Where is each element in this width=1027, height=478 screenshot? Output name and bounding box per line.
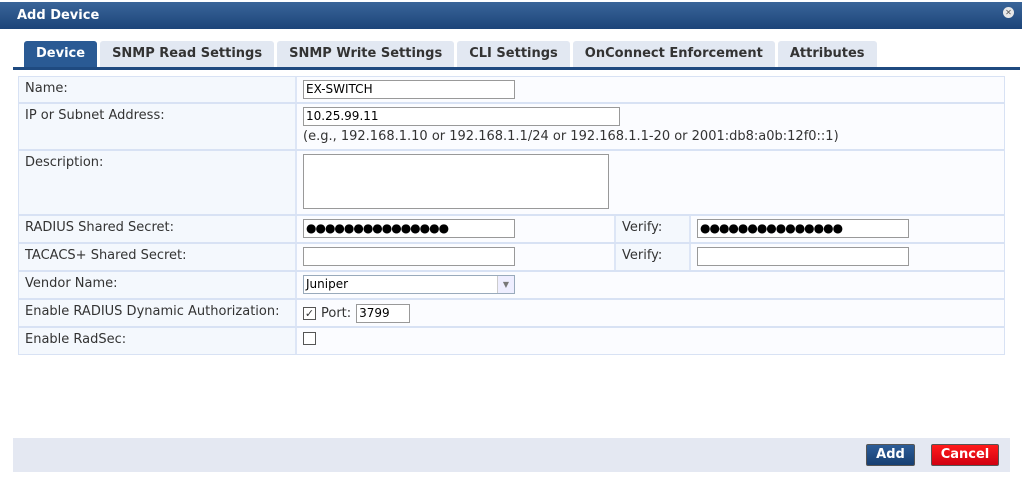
ip-hint: (e.g., 192.168.1.10 or 192.168.1.1/24 or… (303, 129, 839, 144)
vendor-label: Vendor Name: (19, 272, 297, 298)
name-row: Name: EX-SWITCH (18, 76, 1005, 103)
dialog-title-bar: Add Device ✕ (0, 2, 1022, 29)
vendor-row: Vendor Name: Juniper ▼ (18, 271, 1005, 299)
radius-verify-label: Verify: (614, 216, 691, 242)
add-button[interactable]: Add (866, 444, 915, 466)
radius-secret-label: RADIUS Shared Secret: (19, 216, 297, 242)
tacacs-verify-label: Verify: (614, 244, 691, 270)
name-label: Name: (19, 77, 297, 102)
ip-input[interactable]: 10.25.99.11 (303, 107, 620, 126)
vendor-select[interactable]: Juniper ▼ (303, 275, 515, 294)
dialog-footer: Add Cancel (13, 438, 1010, 472)
port-label: Port: (321, 305, 352, 321)
tab-snmp-write-settings[interactable]: SNMP Write Settings (277, 41, 455, 68)
dialog-title: Add Device (17, 8, 100, 23)
chevron-down-icon: ▼ (497, 276, 514, 293)
radsec-label: Enable RadSec: (19, 328, 297, 354)
radius-secret-row: RADIUS Shared Secret: ●●●●●●●●●●●●●●● Ve… (18, 215, 1005, 243)
ip-row: IP or Subnet Address: 10.25.99.11 (e.g.,… (18, 103, 1005, 150)
vendor-select-value: Juniper (306, 277, 349, 291)
ip-label: IP or Subnet Address: (19, 104, 297, 149)
description-textarea[interactable] (303, 154, 609, 209)
tab-device[interactable]: Device (24, 41, 98, 68)
dynamic-authorization-checkbox[interactable]: ✓ (303, 306, 316, 320)
radius-verify-input[interactable]: ●●●●●●●●●●●●●●● (697, 219, 909, 238)
description-label: Description: (19, 151, 297, 214)
tab-onconnect-enforcement[interactable]: OnConnect Enforcement (572, 41, 775, 68)
tab-bar: Device SNMP Read Settings SNMP Write Set… (24, 41, 877, 68)
tacacs-verify-input[interactable] (697, 247, 909, 266)
tab-attributes[interactable]: Attributes (777, 41, 877, 68)
radsec-checkbox[interactable] (303, 332, 316, 345)
tab-underline (13, 67, 1020, 70)
tacacs-secret-input[interactable] (303, 247, 515, 266)
cancel-button[interactable]: Cancel (931, 444, 999, 466)
port-input[interactable]: 3799 (356, 303, 411, 323)
tacacs-secret-label: TACACS+ Shared Secret: (19, 244, 297, 270)
tab-snmp-read-settings[interactable]: SNMP Read Settings (100, 41, 275, 68)
dynamic-authorization-row: Enable RADIUS Dynamic Authorization: ✓ P… (18, 299, 1005, 327)
tacacs-secret-row: TACACS+ Shared Secret: Verify: (18, 243, 1005, 271)
dynamic-authorization-label: Enable RADIUS Dynamic Authorization: (19, 300, 297, 326)
close-icon[interactable]: ✕ (1003, 7, 1014, 18)
tab-cli-settings[interactable]: CLI Settings (457, 41, 570, 68)
name-input[interactable]: EX-SWITCH (303, 80, 515, 99)
radsec-row: Enable RadSec: (18, 327, 1005, 355)
radius-secret-input[interactable]: ●●●●●●●●●●●●●●● (303, 219, 515, 238)
description-row: Description: (18, 150, 1005, 215)
